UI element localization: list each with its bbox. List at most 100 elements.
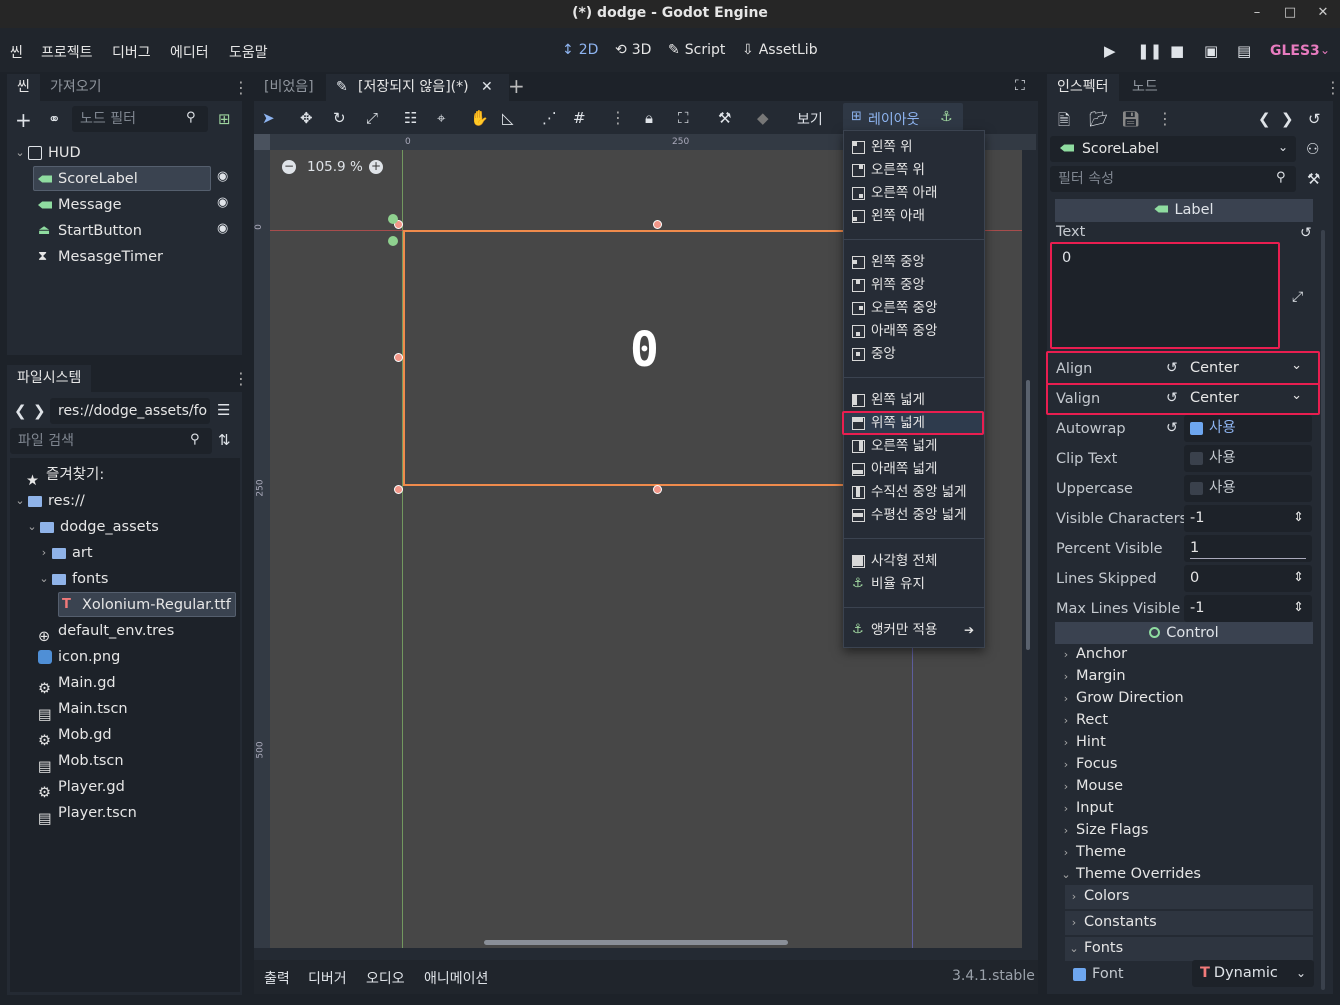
minimize-button[interactable]: –	[1243, 0, 1271, 28]
section-theme-overrides[interactable]: ⌄ Theme Overrides	[1060, 866, 1201, 882]
tab-output[interactable]: 출력	[264, 968, 290, 988]
file-font[interactable]: T Xolonium-Regular.ttf	[62, 592, 231, 618]
zoom-out-icon[interactable]: −	[282, 160, 296, 174]
history-forward-icon[interactable]: ❯	[1281, 110, 1294, 128]
section-rect[interactable]: › Rect	[1060, 712, 1108, 728]
new-tab-icon[interactable]: +	[508, 74, 525, 98]
tab-inspector[interactable]: 인스펙터	[1047, 74, 1119, 101]
font-resource-picker[interactable]: T Dynamic ⌄	[1192, 960, 1314, 987]
object-menu-icon[interactable]: ⋮	[1157, 111, 1173, 127]
revert-icon[interactable]: ↺	[1300, 225, 1312, 241]
split-view-icon[interactable]: ☰	[217, 401, 230, 419]
section-size-flags[interactable]: › Size Flags	[1060, 822, 1149, 838]
resize-handle[interactable]	[394, 353, 403, 362]
anchor-handle[interactable]	[388, 236, 398, 246]
instance-scene-icon[interactable]: ⊞	[218, 110, 231, 128]
section-focus[interactable]: › Focus	[1060, 756, 1118, 772]
layout-menu-item[interactable]: 오른쪽 아래	[844, 182, 984, 204]
layout-menu-item[interactable]: 왼쪽 아래	[844, 205, 984, 227]
tree-node-startbutton[interactable]: ⏏ StartButton	[38, 218, 142, 244]
layout-menu-item[interactable]: 왼쪽 중앙	[844, 251, 984, 273]
sort-icon[interactable]: ⇅	[218, 431, 231, 449]
zoom-in-icon[interactable]: +	[369, 160, 383, 174]
link-icon[interactable]: ⚭	[48, 110, 61, 128]
dock-menu-icon[interactable]: ⋮	[233, 371, 249, 387]
grid-snap-icon[interactable]: #	[573, 109, 586, 127]
snap-options-icon[interactable]: ⋮	[610, 110, 626, 126]
expand-icon[interactable]: ⤢	[1292, 289, 1303, 305]
property-options-icon[interactable]: ⚒	[1307, 170, 1320, 188]
close-button[interactable]: ✕	[1309, 0, 1337, 28]
menu-help[interactable]: 도움말	[229, 42, 268, 62]
play-custom-icon[interactable]: ▤	[1237, 42, 1251, 60]
view-menu[interactable]: 보기	[797, 109, 823, 129]
file-item[interactable]: icon.png	[38, 644, 120, 670]
menu-debug[interactable]: 디버그	[112, 42, 151, 62]
spinner-arrows-icon[interactable]: ⇕	[1293, 595, 1304, 621]
mode-assetlib-button[interactable]: ⇩ AssetLib	[742, 42, 818, 58]
pivot-icon[interactable]: ⌖	[437, 109, 445, 127]
file-search-input[interactable]: 파일 검색	[10, 428, 212, 454]
subsection-colors[interactable]: › Colors	[1068, 888, 1130, 904]
file-item[interactable]: ▤ Main.tscn	[38, 696, 128, 723]
zoom-level[interactable]: 105.9 %	[307, 159, 363, 175]
rotate-tool-icon[interactable]: ↻	[333, 109, 346, 127]
section-margin[interactable]: › Margin	[1060, 668, 1126, 684]
file-item[interactable]: ⚙ Main.gd	[38, 670, 116, 697]
file-item[interactable]: ⚙ Player.gd	[38, 774, 125, 801]
move-tool-icon[interactable]: ✥	[300, 109, 313, 127]
group-icon[interactable]: ⛶	[678, 109, 689, 127]
open-folder-icon[interactable]: 📂︎	[1089, 110, 1108, 128]
mode-3d-button[interactable]: ⟲ 3D	[615, 42, 651, 58]
list-select-icon[interactable]: ☷	[404, 109, 417, 127]
history-icon[interactable]: ↺	[1308, 110, 1321, 128]
checkbox-icon[interactable]	[1190, 451, 1203, 465]
viewport-hscrollbar[interactable]	[484, 940, 788, 945]
lock-icon[interactable]: 🔒︎	[645, 109, 653, 127]
node-tree-icon[interactable]: ⚇	[1306, 140, 1319, 158]
layout-menu-item[interactable]: ⚓ 앵커만 적용 ➔	[844, 619, 984, 641]
file-item[interactable]: ▤ Mob.tscn	[38, 748, 124, 775]
layout-menu-item[interactable]: 왼쪽 넓게	[844, 389, 984, 411]
add-node-icon[interactable]: +	[15, 108, 32, 132]
anchor-handle[interactable]	[388, 214, 398, 224]
spinner-arrows-icon[interactable]: ⇕	[1293, 565, 1304, 591]
tab-scene[interactable]: 씬	[7, 74, 40, 101]
layout-menu-item[interactable]: 수평선 중앙 넓게	[844, 504, 984, 526]
inspector-scrollbar[interactable]	[1321, 230, 1325, 990]
slider-track[interactable]	[1190, 558, 1306, 559]
section-grow-direction[interactable]: › Grow Direction	[1060, 690, 1184, 706]
forward-icon[interactable]: ❯	[33, 402, 46, 420]
tab-animation[interactable]: 애니메이션	[424, 968, 488, 988]
pan-tool-icon[interactable]: ✋	[470, 109, 489, 127]
play-scene-icon[interactable]: ▣	[1204, 42, 1218, 60]
play-icon[interactable]: ▶	[1104, 42, 1116, 60]
tree-node-scorelabel[interactable]: ScoreLabel	[38, 166, 138, 192]
viewport-vscrollbar[interactable]	[1026, 380, 1030, 650]
dock-menu-icon[interactable]: ⋮	[233, 80, 249, 96]
mode-script-button[interactable]: ✎ Script	[668, 42, 725, 58]
ruler-tool-icon[interactable]: ◺	[502, 109, 514, 127]
camera-icon[interactable]: ◆	[757, 109, 769, 127]
close-tab-icon[interactable]: ✕	[481, 79, 493, 95]
fullscreen-icon[interactable]: ⛶	[1015, 78, 1025, 94]
tab-import[interactable]: 가져오기	[40, 74, 112, 101]
save-icon[interactable]: 💾︎	[1121, 110, 1140, 128]
layout-menu-item[interactable]: 오른쪽 넓게	[844, 435, 984, 457]
pause-icon[interactable]: ❚❚	[1137, 42, 1162, 60]
section-mouse[interactable]: › Mouse	[1060, 778, 1123, 794]
new-resource-icon[interactable]: 🗎	[1058, 110, 1070, 135]
layout-menu-item[interactable]: 오른쪽 위	[844, 159, 984, 181]
layout-menu-item[interactable]: 사각형 전체	[844, 550, 984, 572]
file-item[interactable]: ⚙ Mob.gd	[38, 722, 112, 749]
menu-editor[interactable]: 에디터	[170, 42, 209, 62]
layout-menu-item[interactable]: 위쪽 중앙	[844, 274, 984, 296]
tree-node-hud[interactable]: ⌄ HUD	[14, 140, 80, 166]
favorites-item[interactable]: ★ 즐겨찾기:	[26, 462, 104, 489]
section-input[interactable]: › Input	[1060, 800, 1114, 816]
layout-menu-item[interactable]: 아래쪽 중앙	[844, 320, 984, 342]
tab-empty[interactable]: [비었음]	[254, 74, 324, 101]
res-root-item[interactable]: ⌄ res://	[14, 488, 84, 514]
tree-node-message[interactable]: Message	[38, 192, 122, 218]
property-value-slider[interactable]: 1	[1184, 535, 1312, 562]
